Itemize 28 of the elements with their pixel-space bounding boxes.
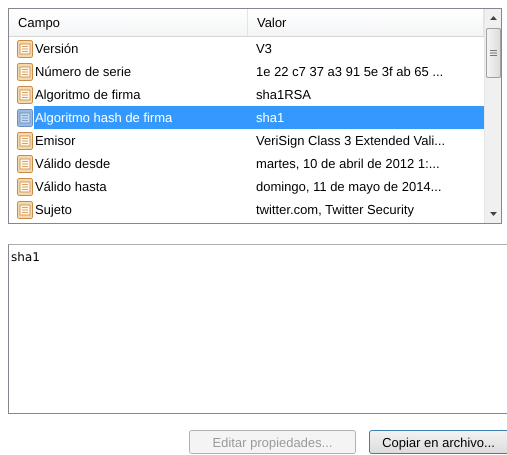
detail-text-area[interactable]: sha1 [8,244,507,414]
field-name[interactable]: Número de serie [34,64,132,79]
field-icon [17,154,33,172]
field-value: sha1RSA [255,87,312,102]
field-name[interactable]: Emisor [34,133,76,148]
field-value: martes, 10 de abril de 2012 1:... [255,156,441,171]
field-value: V3 [255,41,273,56]
field-name[interactable]: Sujeto [34,202,73,217]
action-button[interactable]: Copiar en archivo... [369,430,507,454]
field-value: domingo, 11 de mayo de 2014... [255,179,442,194]
field-icon [17,40,33,58]
scrollbar[interactable] [484,9,501,223]
field-icon [17,108,33,126]
field-icon [17,200,33,218]
field-icon [17,62,33,80]
field-icon [17,132,33,150]
field-value: 1e 22 c7 37 a3 91 5e 3f ab 65 ... [255,64,444,79]
field-icon [17,86,33,104]
field-name[interactable]: Válido hasta [34,179,108,194]
field-value: twitter.com, Twitter Security [255,202,415,217]
field-name[interactable]: Algoritmo de firma [34,87,142,102]
column-header[interactable]: Campo [9,9,248,36]
field-name[interactable]: Válido desde [34,156,112,171]
field-name[interactable]: Versión [34,41,80,56]
scroll-thumb[interactable] [486,28,500,78]
field-value: VeriSign Class 3 Extended Vali... [255,133,446,148]
field-value: sha1 [248,106,484,129]
field-icon [17,178,33,196]
